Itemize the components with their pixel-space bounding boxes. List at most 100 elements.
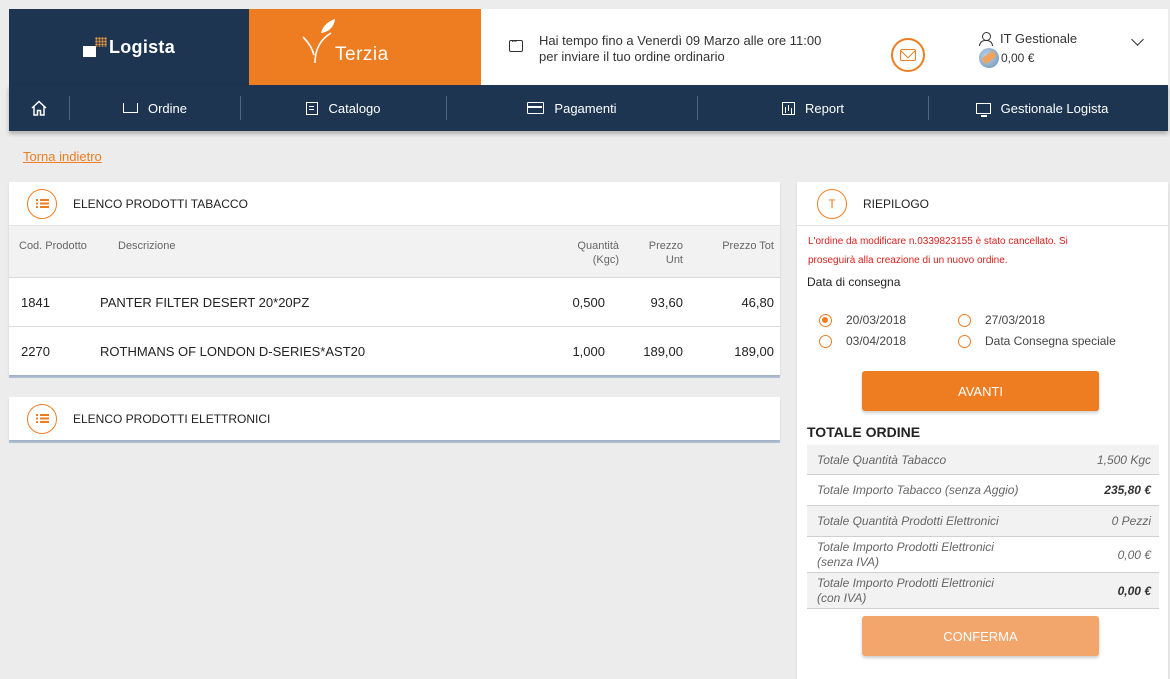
col-unit-price-sub: Unt <box>665 254 683 266</box>
delivery-option-1[interactable]: 20/03/2018 <box>819 313 906 327</box>
order-totals-table: Totale Quantità Tabacco 1,500 Kgc Totale… <box>807 445 1159 609</box>
totals-value: 0,00 € <box>1117 583 1151 598</box>
monitor-icon <box>975 102 991 117</box>
cell-quantity: 0,500 <box>572 295 605 310</box>
order-total-title: TOTALE ORDINE <box>807 424 921 440</box>
warning-line-1: L'ordine da modificare n.0339823155 è st… <box>808 236 1068 247</box>
order-deadline-notice: Hai tempo fino a Venerdì 09 Marzo alle o… <box>509 33 821 65</box>
back-link[interactable]: Torna indietro <box>23 149 102 164</box>
chevron-down-icon[interactable] <box>1131 33 1144 46</box>
nav-label-catalogo: Catalogo <box>328 100 381 116</box>
main-nav: Ordine Catalogo Pagamenti Report Gestion… <box>9 85 1168 131</box>
notice-line-2: per inviare il tuo ordine ordinario <box>539 49 725 64</box>
delivery-option-3[interactable]: 03/04/2018 <box>819 334 906 348</box>
cell-unit-price: 93,60 <box>650 295 683 310</box>
messages-button[interactable] <box>891 38 925 72</box>
totals-label: Totale Quantità Tabacco <box>817 452 947 467</box>
cell-total-price: 189,00 <box>734 344 774 359</box>
totals-row: Totale Quantità Prodotti Elettronici 0 P… <box>807 506 1159 537</box>
delivery-date-label: Data di consegna <box>807 275 901 289</box>
user-menu[interactable]: IT Gestionale 0,00 € <box>979 31 1077 68</box>
table-row[interactable]: 1841 PANTER FILTER DESERT 20*20PZ 0,500 … <box>9 278 780 327</box>
cell-total-price: 46,80 <box>741 295 774 310</box>
cancelled-order-warning: L'ordine da modificare n.0339823155 è st… <box>797 232 1168 270</box>
totals-row: Totale Quantità Tabacco 1,500 Kgc <box>807 445 1159 475</box>
electronics-panel-title: ELENCO PRODOTTI ELETTRONICI <box>73 411 271 426</box>
user-icon <box>979 31 993 46</box>
delivery-option-label: 27/03/2018 <box>985 313 1046 327</box>
totals-row: Totale Importo Tabacco (senza Aggio) 235… <box>807 475 1159 506</box>
totals-value: 235,80 € <box>1104 483 1151 497</box>
totals-label: Totale Importo Prodotti Elettronici <box>817 575 994 590</box>
delivery-option-4[interactable]: Data Consegna speciale <box>958 334 1116 348</box>
electronics-products-panel[interactable]: ELENCO PRODOTTI ELETTRONICI <box>9 397 780 440</box>
cell-code: 1841 <box>21 295 50 310</box>
delivery-option-label: 20/03/2018 <box>846 313 907 327</box>
nav-item-report[interactable]: Report <box>698 85 928 131</box>
logista-logo-text: Logista <box>108 36 176 57</box>
nav-item-pagamenti[interactable]: Pagamenti <box>447 85 697 131</box>
delivery-option-label: Data Consegna speciale <box>985 334 1116 348</box>
envelope-icon <box>900 49 916 61</box>
report-icon <box>781 101 795 115</box>
totals-row: Totale Importo Prodotti Elettronici (con… <box>807 573 1159 609</box>
totals-label: Totale Importo Prodotti Elettronici <box>817 539 994 554</box>
radio-unselected[interactable] <box>819 334 832 348</box>
cell-description: PANTER FILTER DESERT 20*20PZ <box>100 295 310 310</box>
terzia-leaf-icon <box>302 19 335 63</box>
nav-item-gestionale[interactable]: Gestionale Logista <box>929 85 1155 131</box>
nav-label-ordine: Ordine <box>147 100 188 116</box>
tobacco-table-header: Cod. Prodotto Descrizione Quantità (Kgc)… <box>9 226 780 278</box>
totals-value: 0 Pezzi <box>1111 514 1151 528</box>
app-frame: Logista Terzia Hai tempo fino a Venerdì … <box>9 9 1168 679</box>
chat-bubble-icon <box>509 34 523 52</box>
home-icon <box>31 100 47 116</box>
totals-label-sub: (con IVA) <box>817 590 867 605</box>
totals-label: Totale Quantità Prodotti Elettronici <box>817 514 999 528</box>
user-name: IT Gestionale <box>1000 31 1078 46</box>
nav-item-catalogo[interactable]: Catalogo <box>241 85 446 131</box>
catalog-icon <box>306 101 319 115</box>
table-row[interactable]: 2270 ROTHMANS OF LONDON D-SERIES*AST20 1… <box>9 327 780 376</box>
radio-selected[interactable] <box>819 313 832 327</box>
notice-line-1: Hai tempo fino a Venerdì 09 Marzo alle o… <box>539 33 822 48</box>
nav-label-gestionale: Gestionale Logista <box>1000 100 1109 116</box>
col-description: Descrizione <box>118 240 176 252</box>
radio-unselected[interactable] <box>958 334 971 348</box>
col-quantity-unit: (Kgc) <box>592 254 619 266</box>
delivery-option-label: 03/04/2018 <box>846 334 907 348</box>
list-icon <box>27 403 57 434</box>
card-icon <box>527 102 545 114</box>
nav-item-ordine[interactable]: Ordine <box>70 85 240 131</box>
tobacco-products-panel: ELENCO PRODOTTI TABACCO Cod. Prodotto De… <box>9 182 780 375</box>
credit-icon <box>979 48 999 68</box>
nav-label-pagamenti: Pagamenti <box>554 100 617 116</box>
summary-panel: T RIEPILOGO L'ordine da modificare n.033… <box>797 182 1168 679</box>
summary-letter-icon: T <box>817 188 847 219</box>
list-icon <box>27 188 57 219</box>
col-quantity: Quantità <box>577 240 619 252</box>
warning-line-2: proseguirà alla creazione di un nuovo or… <box>808 255 1008 266</box>
header: Logista Terzia Hai tempo fino a Venerdì … <box>9 9 1168 85</box>
radio-unselected[interactable] <box>958 313 971 327</box>
cell-code: 2270 <box>21 344 50 359</box>
terzia-logo-text: Terzia <box>335 44 389 65</box>
tobacco-panel-title: ELENCO PRODOTTI TABACCO <box>73 196 248 211</box>
confirm-button[interactable]: CONFERMA <box>862 616 1099 656</box>
col-total-price: Prezzo Tot <box>722 240 774 252</box>
delivery-option-2[interactable]: 27/03/2018 <box>958 313 1045 327</box>
summary-title: RIEPILOGO <box>863 196 930 211</box>
totals-label-sub: (senza IVA) <box>817 554 880 569</box>
cell-description: ROTHMANS OF LONDON D-SERIES*AST20 <box>100 344 366 359</box>
logista-logo[interactable]: Logista <box>9 9 249 85</box>
next-button[interactable]: AVANTI <box>862 371 1099 411</box>
logista-mark-icon <box>82 37 107 57</box>
totals-value: 1,500 Kgc <box>1096 452 1151 467</box>
terzia-logo[interactable]: Terzia <box>249 9 481 85</box>
cart-icon <box>122 103 138 113</box>
totals-label: Totale Importo Tabacco (senza Aggio) <box>817 483 1019 497</box>
cell-quantity: 1,000 <box>572 344 605 359</box>
nav-home[interactable] <box>9 85 69 131</box>
col-code: Cod. Prodotto <box>19 240 87 252</box>
cell-unit-price: 189,00 <box>643 344 683 359</box>
